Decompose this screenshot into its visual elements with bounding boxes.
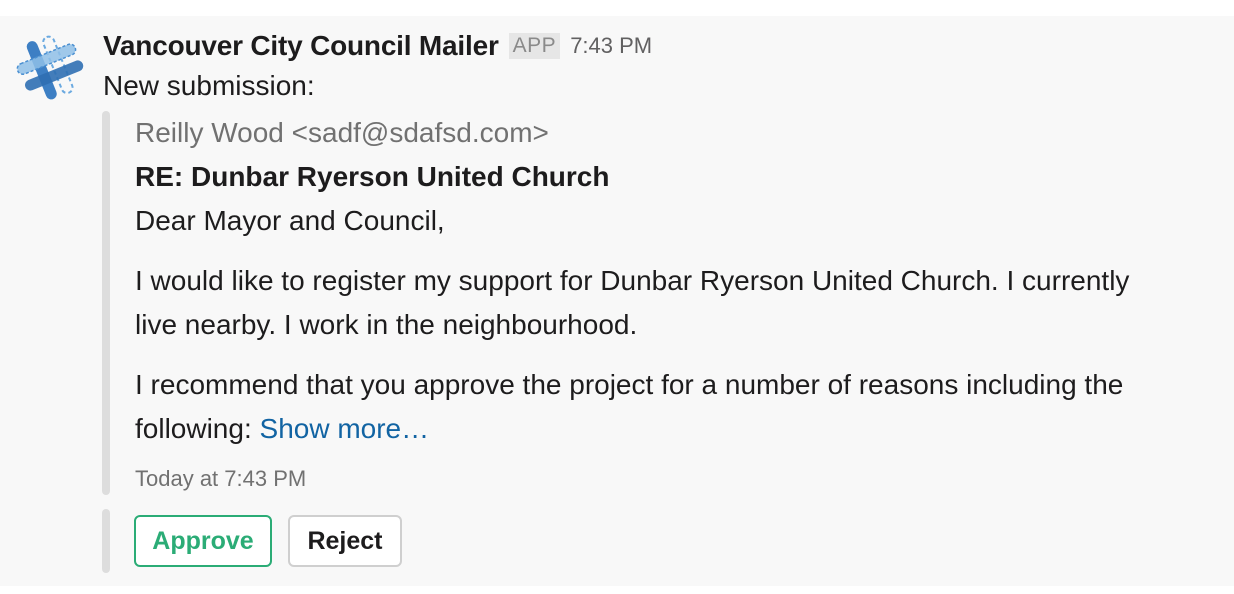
message-timestamp[interactable]: 7:43 PM (570, 33, 652, 59)
message-attachment: Reilly Wood <sadf@sdafsd.com> RE: Dunbar… (102, 111, 1202, 495)
message-header: Vancouver City Council Mailer APP 7:43 P… (103, 26, 652, 66)
show-more-link[interactable]: Show more… (260, 413, 430, 444)
message-text: New submission: (103, 70, 315, 101)
attachment-title: RE: Dunbar Ryerson United Church (135, 161, 610, 192)
attachment-salutation: Dear Mayor and Council, (135, 205, 445, 236)
slack-hash-logo-icon (16, 35, 84, 100)
reject-button[interactable]: Reject (288, 515, 402, 567)
paragraph-line: I recommend that you approve the project… (135, 369, 1124, 400)
attachment-paragraph: I would like to register my support for … (135, 259, 1205, 347)
paragraph-line: following: Show more… (135, 407, 1205, 451)
attachment-body: Reilly Wood <sadf@sdafsd.com> RE: Dunbar… (135, 111, 1205, 497)
paragraph-text: following: (135, 413, 260, 444)
paragraph-line: I would like to register my support for … (135, 265, 1130, 296)
attachment-bar (102, 509, 110, 573)
attachment-paragraph: I recommend that you approve the project… (135, 363, 1205, 451)
attachment-footer-timestamp: Today at 7:43 PM (135, 466, 307, 491)
attachment-bar (102, 111, 110, 495)
app-badge: APP (508, 33, 561, 59)
approve-button[interactable]: Approve (134, 515, 272, 567)
message-container: Vancouver City Council Mailer APP 7:43 P… (0, 16, 1234, 586)
attachment-author: Reilly Wood <sadf@sdafsd.com> (135, 117, 549, 148)
paragraph-line: live nearby. I work in the neighbourhood… (135, 309, 638, 340)
sender-name[interactable]: Vancouver City Council Mailer (103, 30, 499, 62)
